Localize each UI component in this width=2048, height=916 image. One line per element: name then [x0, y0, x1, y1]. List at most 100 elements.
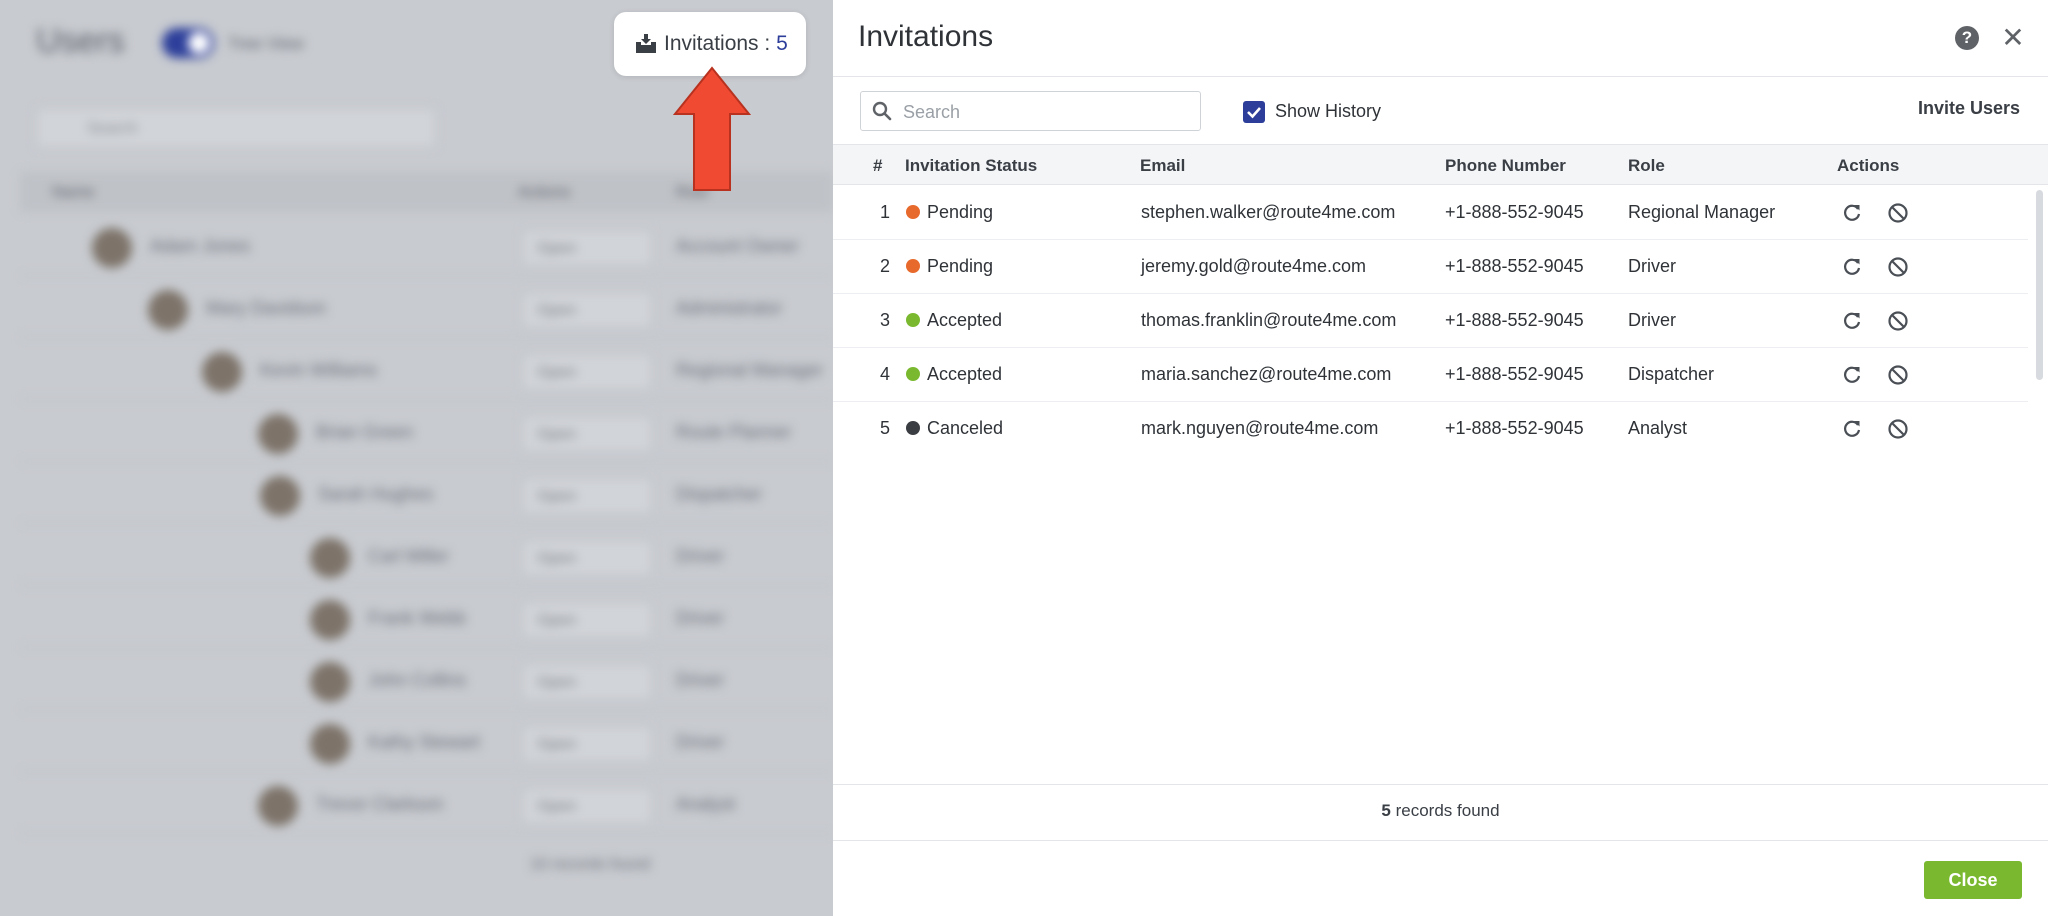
- user-name: Kevin Williams: [260, 360, 378, 380]
- divider: [833, 840, 2048, 841]
- ban-icon[interactable]: [1887, 418, 1909, 440]
- user-action-select[interactable]: Open: [522, 354, 652, 390]
- users-table-row[interactable]: Mary Davidson Open Administrator: [20, 278, 833, 338]
- refresh-icon[interactable]: [1841, 310, 1863, 332]
- invitation-phone: +1-888-552-9045: [1445, 364, 1584, 384]
- invitation-role: Analyst: [1628, 418, 1688, 438]
- user-action-select[interactable]: Open: [522, 602, 652, 638]
- invitation-row[interactable]: 3 Accepted thomas.franklin@route4me.com …: [833, 294, 2028, 348]
- user-action-select[interactable]: Open: [522, 540, 652, 576]
- invitations-panel: Invitations ? ✕ Show History Invite User…: [833, 0, 2048, 916]
- users-table-row[interactable]: Carl Miller Open Driver: [20, 526, 833, 586]
- invitation-phone: +1-888-552-9045: [1445, 202, 1584, 222]
- invitations-search-input[interactable]: [903, 100, 1193, 124]
- user-name: Kathy Stewart: [368, 732, 481, 752]
- user-action-select[interactable]: Open: [522, 788, 652, 824]
- invitation-row[interactable]: 4 Accepted maria.sanchez@route4me.com +1…: [833, 348, 2028, 402]
- invite-users-button[interactable]: Invite Users: [1918, 98, 2020, 119]
- user-role: Driver: [676, 670, 724, 690]
- avatar: [148, 290, 188, 330]
- users-table-row[interactable]: Frank Webb Open Driver: [20, 588, 833, 648]
- invitations-search-field[interactable]: [860, 91, 1201, 131]
- users-search-input[interactable]: Search: [36, 108, 436, 148]
- invitation-row[interactable]: 5 Canceled mark.nguyen@route4me.com +1-8…: [833, 402, 2028, 456]
- user-action-value: Open: [537, 364, 577, 381]
- invitations-count: 5: [776, 32, 788, 55]
- ban-icon[interactable]: [1887, 364, 1909, 386]
- invitation-row[interactable]: 2 Pending jeremy.gold@route4me.com +1-88…: [833, 240, 2028, 294]
- refresh-icon[interactable]: [1841, 418, 1863, 440]
- user-role: Regional Manager: [676, 360, 824, 380]
- ban-icon[interactable]: [1887, 202, 1909, 224]
- row-number: 5: [879, 418, 890, 438]
- users-search-placeholder: Search: [87, 120, 138, 137]
- user-name: Sarah Hughes: [318, 484, 434, 504]
- users-page-title: Users: [36, 22, 125, 60]
- user-name: Brian Green: [316, 422, 414, 442]
- show-history-label: Show History: [1275, 101, 1382, 121]
- invitation-email: thomas.franklin@route4me.com: [1141, 310, 1397, 330]
- user-action-select[interactable]: Open: [522, 230, 652, 266]
- close-icon[interactable]: ✕: [1999, 24, 2027, 52]
- invitation-email: stephen.walker@route4me.com: [1141, 202, 1396, 222]
- tree-view-label: Tree View: [228, 34, 304, 53]
- users-table-row[interactable]: Kevin Williams Open Regional Manager: [20, 340, 833, 400]
- col-number: #: [873, 156, 883, 175]
- user-action-value: Open: [537, 612, 577, 629]
- table-scrollbar[interactable]: [2036, 190, 2043, 380]
- avatar: [92, 228, 132, 268]
- users-col-actions: Actions: [518, 184, 571, 201]
- user-action-select[interactable]: Open: [522, 478, 652, 514]
- col-role[interactable]: Role: [1628, 156, 1665, 176]
- invitation-status: Pending: [906, 202, 993, 223]
- show-history-checkbox[interactable]: [1243, 101, 1265, 123]
- refresh-icon[interactable]: [1841, 256, 1863, 278]
- user-action-value: Open: [537, 426, 577, 443]
- ban-icon[interactable]: [1887, 256, 1909, 278]
- user-action-select[interactable]: Open: [522, 292, 652, 328]
- user-action-value: Open: [537, 550, 577, 567]
- users-table-row[interactable]: Brian Green Open Route Planner: [20, 402, 833, 462]
- user-action-select[interactable]: Open: [522, 416, 652, 452]
- col-invitation-status[interactable]: Invitation Status: [905, 156, 1037, 176]
- ban-icon[interactable]: [1887, 310, 1909, 332]
- tree-view-toggle[interactable]: [162, 28, 214, 58]
- avatar: [310, 600, 350, 640]
- status-dot-pending: [906, 259, 920, 273]
- user-action-value: Open: [537, 240, 577, 257]
- user-name: Adam Jones: [150, 236, 251, 256]
- close-button[interactable]: Close: [1924, 861, 2022, 899]
- users-table-row[interactable]: Sarah Hughes Open Dispatcher: [20, 464, 833, 524]
- invitation-role: Driver: [1628, 310, 1676, 330]
- invitation-phone: +1-888-552-9045: [1445, 418, 1584, 438]
- status-text: Accepted: [927, 310, 1003, 330]
- user-role: Analyst: [676, 794, 736, 814]
- refresh-icon[interactable]: [1841, 202, 1863, 224]
- invitation-phone: +1-888-552-9045: [1445, 256, 1584, 276]
- invitations-button-label: Invitations : 5: [664, 32, 788, 56]
- user-action-select[interactable]: Open: [522, 726, 652, 762]
- invitation-status: Accepted: [906, 310, 1002, 331]
- user-action-select[interactable]: Open: [522, 664, 652, 700]
- users-table-row[interactable]: Adam Jones Open Account Owner: [20, 216, 833, 276]
- status-text: Accepted: [927, 364, 1003, 384]
- status-text: Canceled: [927, 418, 1004, 438]
- status-dot-accepted: [906, 313, 920, 327]
- col-email[interactable]: Email: [1140, 156, 1185, 176]
- users-table-row[interactable]: John Collins Open Driver: [20, 650, 833, 710]
- divider: [833, 76, 2048, 77]
- refresh-icon[interactable]: [1841, 364, 1863, 386]
- avatar: [258, 414, 298, 454]
- users-table-row[interactable]: Trevor Clarkson Open Analyst: [20, 774, 833, 834]
- records-found: 5 records found: [833, 801, 2048, 821]
- col-phone-number[interactable]: Phone Number: [1445, 156, 1566, 176]
- invitation-role: Dispatcher: [1628, 364, 1715, 384]
- users-table-row[interactable]: Kathy Stewart Open Driver: [20, 712, 833, 772]
- panel-title: Invitations: [858, 20, 994, 53]
- help-icon[interactable]: ?: [1955, 26, 1979, 50]
- users-col-name: Name: [52, 184, 95, 201]
- avatar: [202, 352, 242, 392]
- user-role: Driver: [676, 546, 724, 566]
- invitation-row[interactable]: 1 Pending stephen.walker@route4me.com +1…: [833, 186, 2028, 240]
- user-role: Dispatcher: [676, 484, 763, 504]
